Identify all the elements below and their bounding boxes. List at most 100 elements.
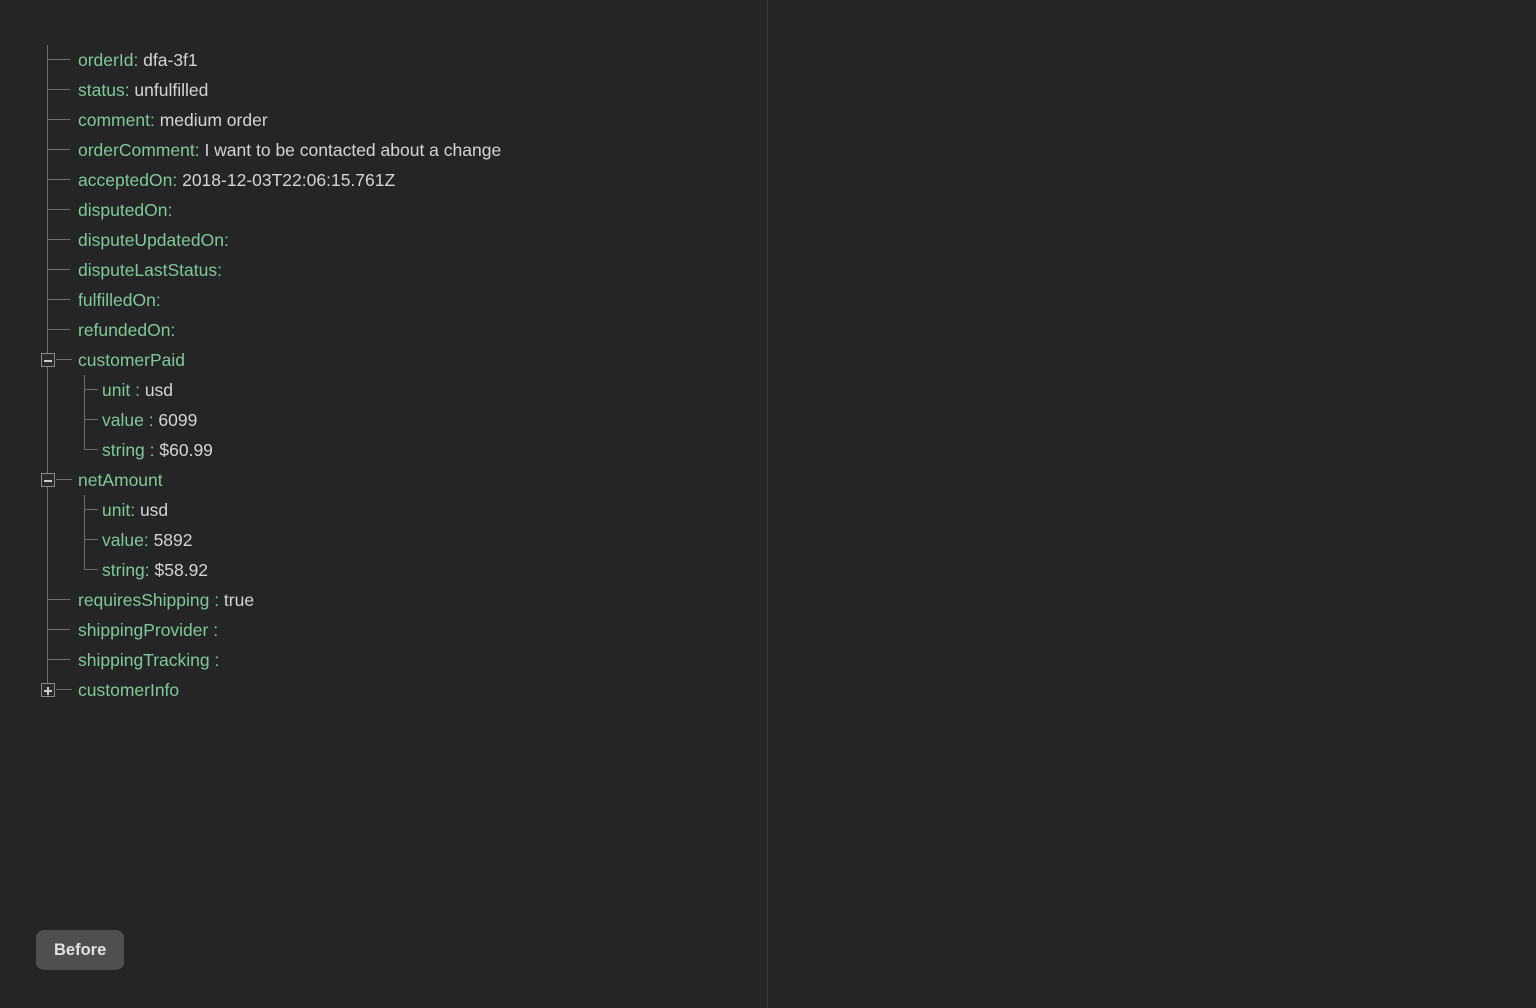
tree-branch-stub — [85, 569, 98, 570]
tree-row: value: 5892 — [40, 525, 501, 555]
tree-trunk — [47, 315, 48, 345]
tree-row[interactable]: customerPaid — [40, 345, 501, 375]
tree-row: value : 6099 — [40, 405, 501, 435]
before-panel: orderId: dfa-3f1 status: unfulfilled comme… — [0, 0, 768, 1008]
tree-value: unfulfilled — [129, 80, 209, 100]
tree-branch-stub — [85, 389, 98, 390]
tree-row: comment: medium order — [40, 105, 501, 135]
tree-branch-stub — [56, 689, 72, 690]
tree-value: true — [219, 590, 255, 610]
tree-trunk-nested — [84, 375, 85, 405]
tree-key: orderId: — [78, 50, 139, 70]
json-tree-before: orderId: dfa-3f1 status: unfulfilled comme… — [40, 45, 501, 705]
tree-trunk — [47, 585, 48, 615]
tree-key: value : — [102, 410, 154, 430]
tree-key: shippingTracking : — [78, 650, 220, 670]
tree-key: netAmount — [78, 470, 163, 490]
tree-trunk — [47, 135, 48, 165]
tree-key: refundedOn: — [78, 320, 176, 340]
tree-key: value: — [102, 530, 149, 550]
tree-key: unit : — [102, 380, 140, 400]
before-button[interactable]: Before — [36, 930, 125, 970]
tree-row[interactable]: customerInfo — [40, 675, 501, 705]
tree-trunk-nested — [84, 525, 85, 555]
collapse-node-icon[interactable] — [41, 473, 55, 487]
collapse-node-icon[interactable] — [41, 353, 55, 367]
tree-key: requiresShipping : — [78, 590, 220, 610]
tree-key: disputeLastStatus: — [78, 260, 222, 280]
tree-trunk — [47, 165, 48, 195]
tree-row[interactable]: netAmount — [40, 465, 501, 495]
tree-branch-stub — [85, 449, 98, 450]
tree-branch-stub — [56, 479, 72, 480]
tree-branch-stub — [85, 419, 98, 420]
tree-row: orderId: dfa-3f1 — [40, 45, 501, 75]
tree-trunk — [47, 195, 48, 225]
tree-branch-stub — [48, 629, 70, 630]
tree-branch-stub — [48, 329, 70, 330]
tree-key: customerPaid — [78, 350, 185, 370]
expand-node-icon[interactable] — [41, 683, 55, 697]
tree-value: $58.92 — [149, 560, 209, 580]
tree-value: 5892 — [148, 530, 193, 550]
tree-value: medium order — [154, 110, 268, 130]
tree-key: string : — [102, 440, 155, 460]
tree-branch-stub — [48, 299, 70, 300]
tree-value: usd — [135, 500, 169, 520]
tree-value: usd — [139, 380, 174, 400]
tree-trunk — [47, 375, 48, 405]
tree-branch-stub — [48, 59, 70, 60]
tree-value: 6099 — [153, 410, 198, 430]
tree-value: dfa-3f1 — [138, 50, 198, 70]
tree-branch-stub — [56, 359, 72, 360]
tree-trunk — [47, 225, 48, 255]
tree-row: string: $58.92 — [40, 555, 501, 585]
tree-key: shippingProvider : — [78, 620, 219, 640]
tree-key: fulfilledOn: — [78, 290, 161, 310]
tree-trunk — [47, 285, 48, 315]
tree-key: disputedOn: — [78, 200, 173, 220]
tree-branch-stub — [85, 509, 98, 510]
tree-branch-stub — [48, 179, 70, 180]
tree-trunk — [47, 255, 48, 285]
tree-key: string: — [102, 560, 150, 580]
tree-trunk-nested — [84, 405, 85, 435]
tree-row: refundedOn: — [40, 315, 501, 345]
tree-branch-stub — [48, 659, 70, 660]
tree-trunk-nested — [84, 435, 85, 450]
tree-trunk — [47, 495, 48, 525]
tree-row: shippingProvider : — [40, 615, 501, 645]
tree-row: requiresShipping : true — [40, 585, 501, 615]
tree-branch-stub — [48, 269, 70, 270]
tree-trunk — [47, 555, 48, 585]
tree-row: fulfilledOn: — [40, 285, 501, 315]
tree-row: string : $60.99 — [40, 435, 501, 465]
tree-branch-stub — [48, 239, 70, 240]
tree-key: orderComment: — [78, 140, 200, 160]
tree-branch-stub — [48, 149, 70, 150]
tree-trunk — [47, 645, 48, 675]
tree-trunk — [47, 525, 48, 555]
tree-trunk — [47, 105, 48, 135]
tree-value: 2018-12-03T22:06:15.761Z — [177, 170, 396, 190]
tree-value: I want to be contacted about a change — [199, 140, 502, 160]
tree-value: $60.99 — [154, 440, 213, 460]
tree-key: disputeUpdatedOn: — [78, 230, 229, 250]
comparison-stage: orderId: dfa-3f1 status: unfulfilled comme… — [0, 0, 1536, 1008]
tree-trunk — [47, 435, 48, 465]
tree-trunk — [47, 45, 48, 75]
tree-key: comment: — [78, 110, 155, 130]
tree-trunk-nested — [84, 555, 85, 570]
tree-row: acceptedOn: 2018-12-03T22:06:15.761Z — [40, 165, 501, 195]
tree-key: unit: — [102, 500, 136, 520]
tree-key: acceptedOn: — [78, 170, 178, 190]
tree-trunk — [47, 405, 48, 435]
tree-branch-stub — [48, 209, 70, 210]
after-panel: orderId: dfa-3f1status: unfulfilledcomme… — [768, 0, 1536, 1008]
tree-trunk — [47, 75, 48, 105]
tree-row: unit: usd — [40, 495, 501, 525]
tree-row: disputeUpdatedOn: — [40, 225, 501, 255]
tree-row: shippingTracking : — [40, 645, 501, 675]
tree-branch-stub — [48, 89, 70, 90]
tree-key: customerInfo — [78, 680, 180, 700]
